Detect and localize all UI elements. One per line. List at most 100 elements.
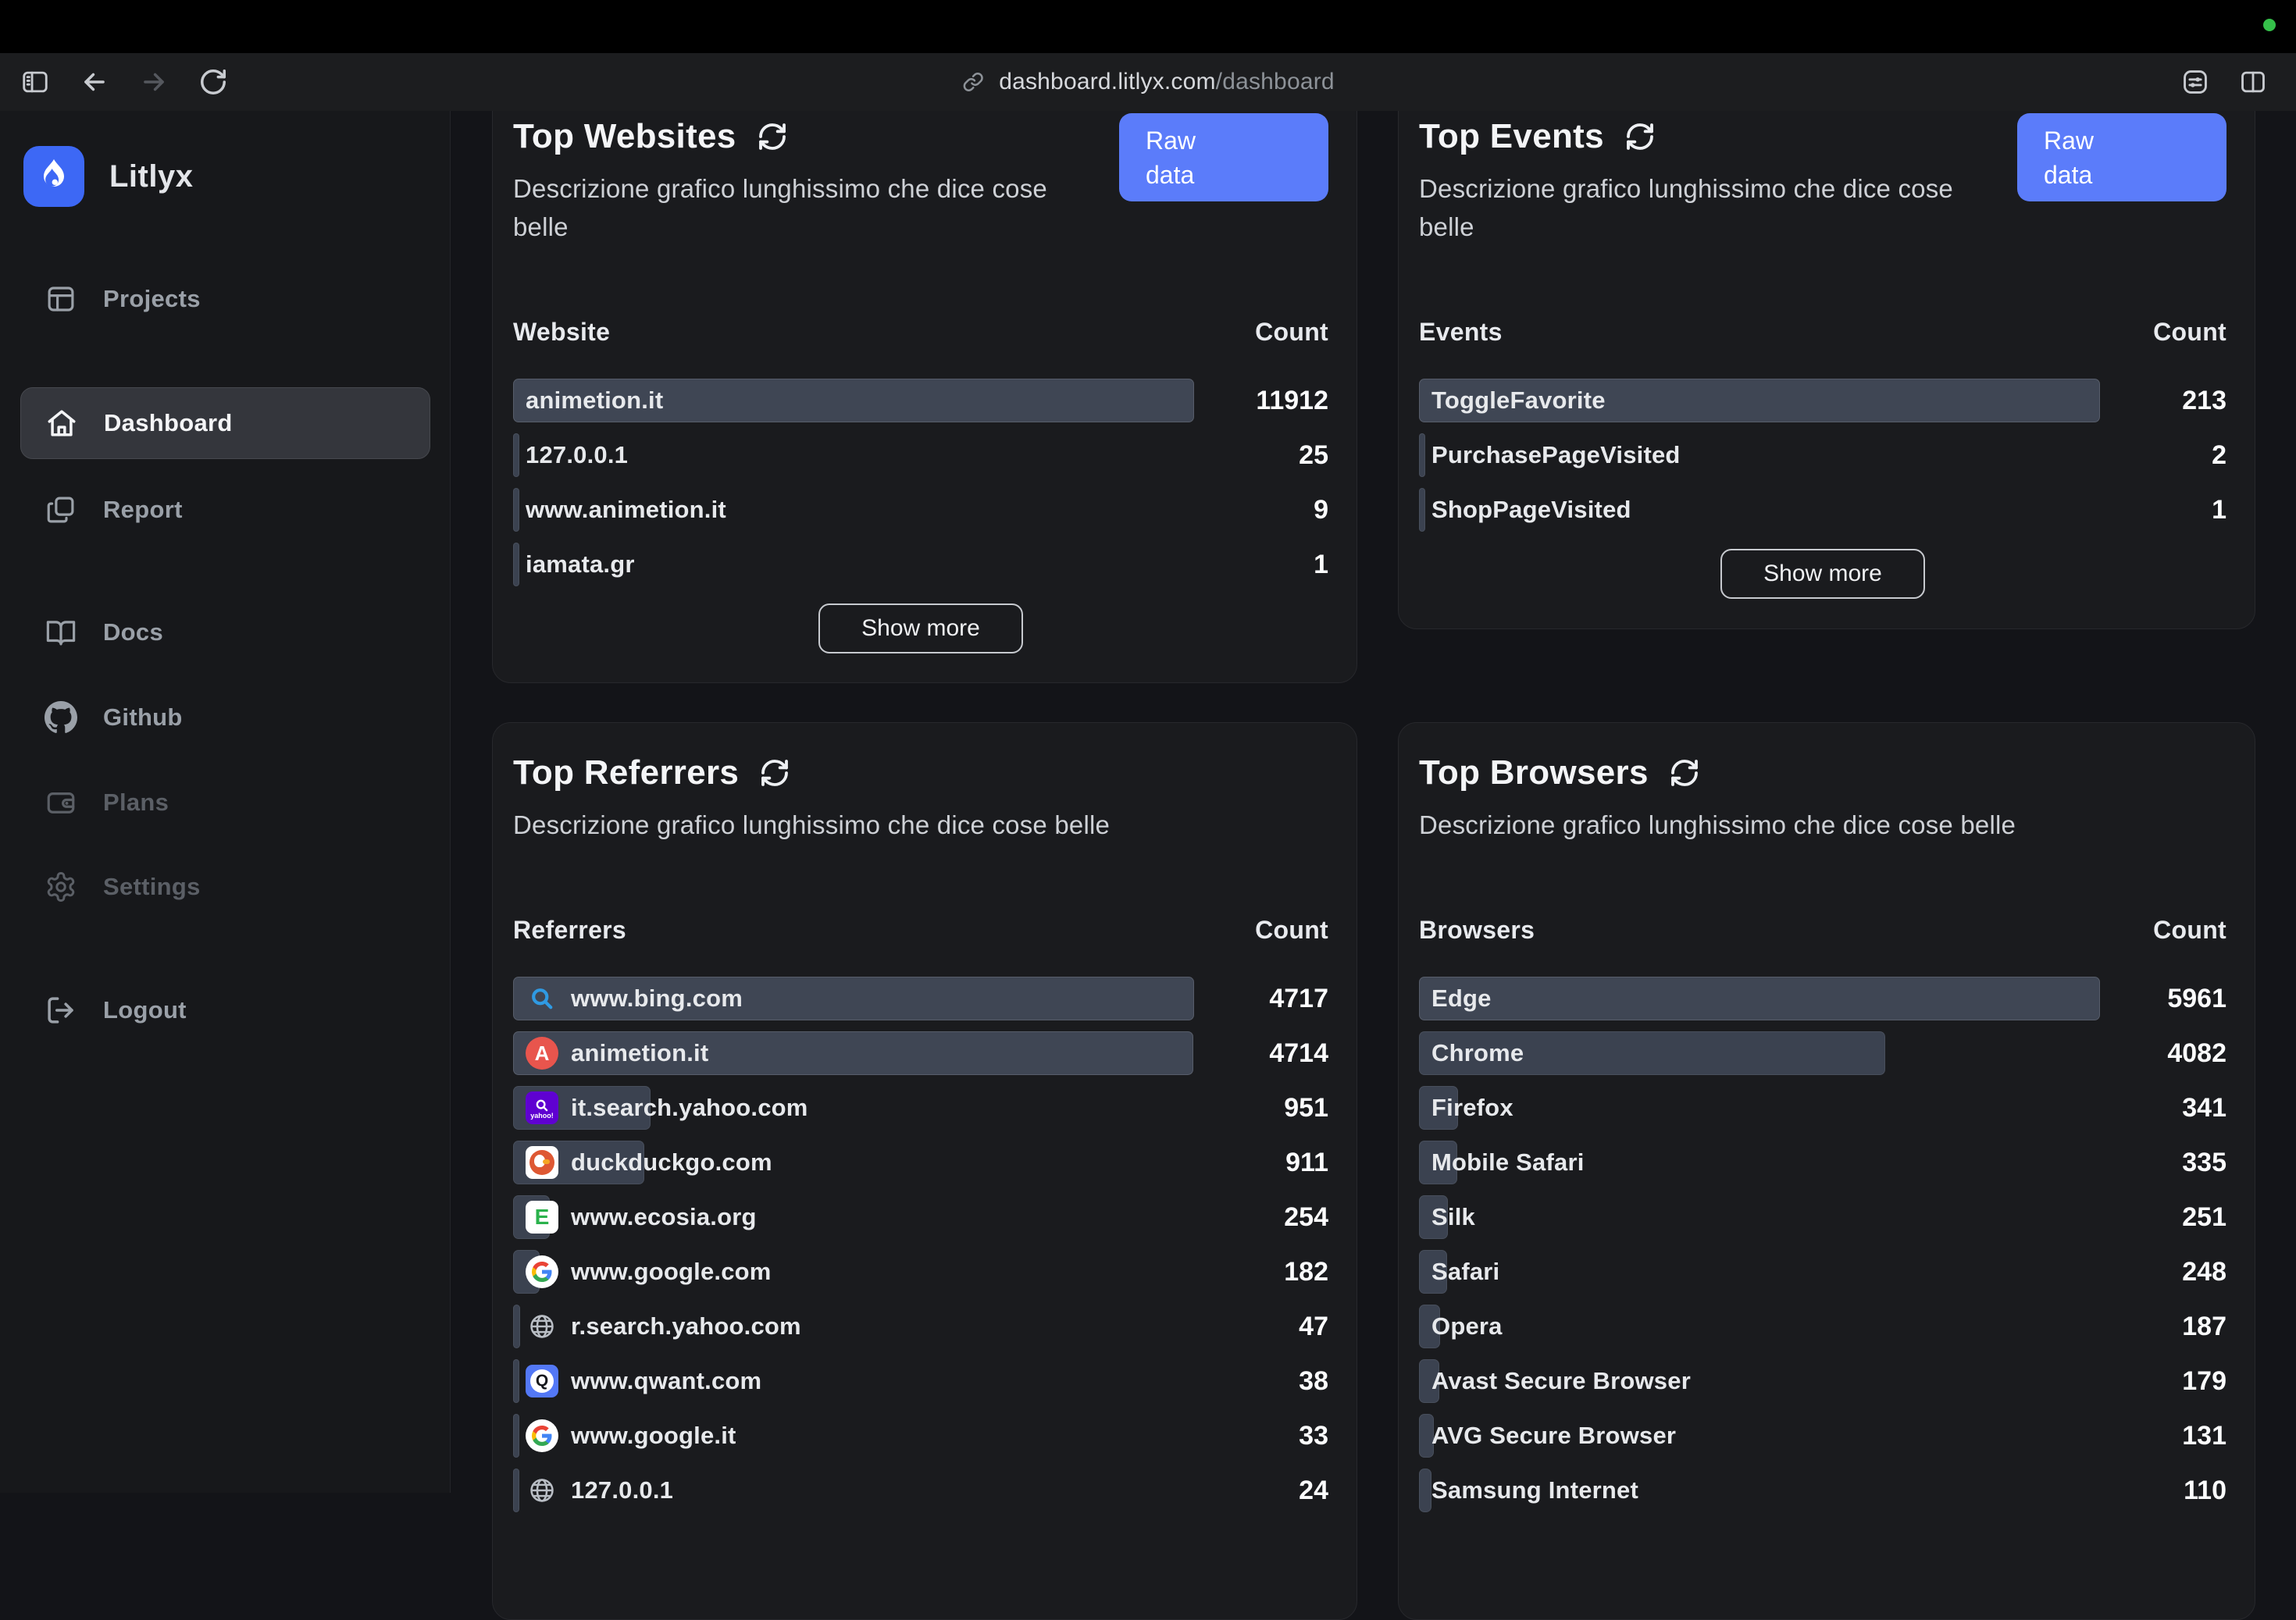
row-content: AVG Secure Browser (1419, 1414, 1676, 1458)
back-icon[interactable] (77, 64, 112, 100)
table-row: ToggleFavorite213 (1419, 379, 2226, 422)
row-label: www.google.it (571, 1422, 736, 1450)
table-row: www.google.it 33 (513, 1414, 1328, 1458)
table-row: AVG Secure Browser131 (1419, 1414, 2226, 1458)
card-top-websites: Top WebsitesDescrizione grafico lunghiss… (492, 86, 1357, 683)
yahoo-favicon-icon: yahoo! (526, 1091, 558, 1124)
table-row: Chrome4082 (1419, 1031, 2226, 1075)
row-content: Silk (1419, 1195, 1475, 1239)
split-view-icon[interactable] (2235, 64, 2271, 100)
row-count: 5961 (2167, 977, 2226, 1020)
globe-favicon-icon (526, 1474, 558, 1507)
row-label: Samsung Internet (1431, 1476, 1638, 1504)
sidebar-item-dashboard[interactable]: Dashboard (20, 387, 430, 459)
row-label: PurchasePageVisited (1431, 441, 1681, 469)
bing-search-favicon-icon (526, 982, 558, 1015)
row-count: 33 (1299, 1414, 1328, 1458)
column-label: Browsers (1419, 916, 1535, 945)
table-row: yahoo!it.search.yahoo.com951 (513, 1086, 1328, 1130)
report-icon (44, 493, 78, 527)
sidebar-item-label: Report (103, 496, 183, 524)
row-label: Firefox (1431, 1094, 1513, 1122)
card-top-browsers: Top BrowsersDescrizione grafico lunghiss… (1398, 722, 2255, 1620)
table-row: 127.0.0.1 24 (513, 1469, 1328, 1512)
column-label: Website (513, 318, 610, 347)
row-label: ShopPageVisited (1431, 496, 1631, 524)
row-label: www.animetion.it (526, 496, 726, 524)
show-more-button[interactable]: Show more (818, 603, 1023, 653)
table-row: animetion.it11912 (513, 379, 1328, 422)
link-icon (961, 70, 985, 94)
sidebar-item-docs[interactable]: Docs (20, 607, 430, 657)
sidebar-item-plans[interactable]: Plans (20, 778, 430, 828)
table-row: duckduckgo.com911 (513, 1141, 1328, 1184)
sidebar-toggle-icon[interactable] (17, 64, 53, 100)
card-description: Descrizione grafico lunghissimo che dice… (513, 169, 1095, 246)
table-row: iamata.gr1 (513, 543, 1328, 586)
row-content: www.bing.com (513, 977, 743, 1020)
sidebar-item-report[interactable]: Report (20, 485, 430, 535)
sidebar-item-label: Logout (103, 996, 187, 1024)
row-label: www.ecosia.org (571, 1203, 757, 1231)
sidebar-item-projects[interactable]: Projects (20, 274, 430, 324)
row-count: 248 (2182, 1250, 2226, 1294)
refresh-icon[interactable] (1669, 757, 1700, 789)
sidebar-item-label: Github (103, 703, 183, 732)
google-favicon-icon (526, 1255, 558, 1288)
row-count: 24 (1299, 1469, 1328, 1512)
row-label: 127.0.0.1 (571, 1476, 673, 1504)
sidebar: Litlyx ProjectsDashboardReportDocsGithub… (0, 111, 451, 1493)
card-top-events: Top EventsDescrizione grafico lunghissim… (1398, 86, 2255, 629)
sidebar-item-label: Dashboard (104, 409, 233, 437)
table-row: Avast Secure Browser179 (1419, 1359, 2226, 1403)
globe-favicon-icon (526, 1310, 558, 1343)
github-icon (44, 700, 78, 735)
row-content: Chrome (1419, 1031, 1524, 1075)
sidebar-item-logout[interactable]: Logout (20, 985, 430, 1035)
row-content: animetion.it (513, 379, 663, 422)
gear-icon (44, 870, 78, 904)
row-count: 182 (1284, 1250, 1328, 1294)
table-row: Samsung Internet110 (1419, 1469, 2226, 1512)
row-content: 127.0.0.1 (513, 1469, 673, 1512)
sidebar-item-settings[interactable]: Settings (20, 862, 430, 912)
refresh-icon[interactable] (759, 757, 790, 789)
row-label: www.qwant.com (571, 1367, 761, 1395)
url-text: dashboard.litlyx.com/dashboard (999, 69, 1335, 95)
wallet-icon (44, 785, 78, 820)
card-description: Descrizione grafico lunghissimo che dice… (513, 806, 1328, 844)
table-row: 127.0.0.125 (513, 433, 1328, 477)
show-more-button[interactable]: Show more (1720, 549, 1925, 599)
url-bar[interactable]: dashboard.litlyx.com/dashboard (961, 53, 1335, 111)
raw-data-button[interactable]: Raw data (1119, 113, 1328, 201)
row-count: 9 (1314, 488, 1328, 532)
projects-icon (44, 282, 78, 316)
litlyx-logo-icon (23, 146, 84, 207)
table-row: Ewww.ecosia.org254 (513, 1195, 1328, 1239)
raw-data-button[interactable]: Raw data (2017, 113, 2226, 201)
count-column-label: Count (1255, 318, 1328, 347)
home-icon (45, 406, 79, 440)
table-header: EventsCount (1419, 316, 2226, 347)
row-content: duckduckgo.com (513, 1141, 772, 1184)
sidebar-item-label: Docs (103, 618, 163, 646)
docs-icon (44, 615, 78, 650)
row-content: www.google.it (513, 1414, 736, 1458)
reload-icon[interactable] (195, 64, 231, 100)
filters-icon[interactable] (2177, 64, 2213, 100)
row-content: ShopPageVisited (1419, 488, 1631, 532)
row-content: Aanimetion.it (513, 1031, 708, 1075)
refresh-icon[interactable] (757, 121, 788, 152)
column-label: Referrers (513, 916, 626, 945)
row-count: 251 (2182, 1195, 2226, 1239)
row-label: Opera (1431, 1312, 1503, 1341)
forward-icon[interactable] (136, 64, 172, 100)
row-label: Safari (1431, 1258, 1499, 1286)
refresh-icon[interactable] (1624, 121, 1656, 152)
sidebar-item-github[interactable]: Github (20, 693, 430, 742)
card-top-referrers: Top ReferrersDescrizione grafico lunghis… (492, 722, 1357, 1620)
dashboard-content: Top WebsitesDescrizione grafico lunghiss… (451, 111, 2296, 1493)
table-row: www.animetion.it 9 (513, 488, 1328, 532)
row-count: 951 (1284, 1086, 1328, 1130)
row-label: www.bing.com (571, 984, 743, 1013)
